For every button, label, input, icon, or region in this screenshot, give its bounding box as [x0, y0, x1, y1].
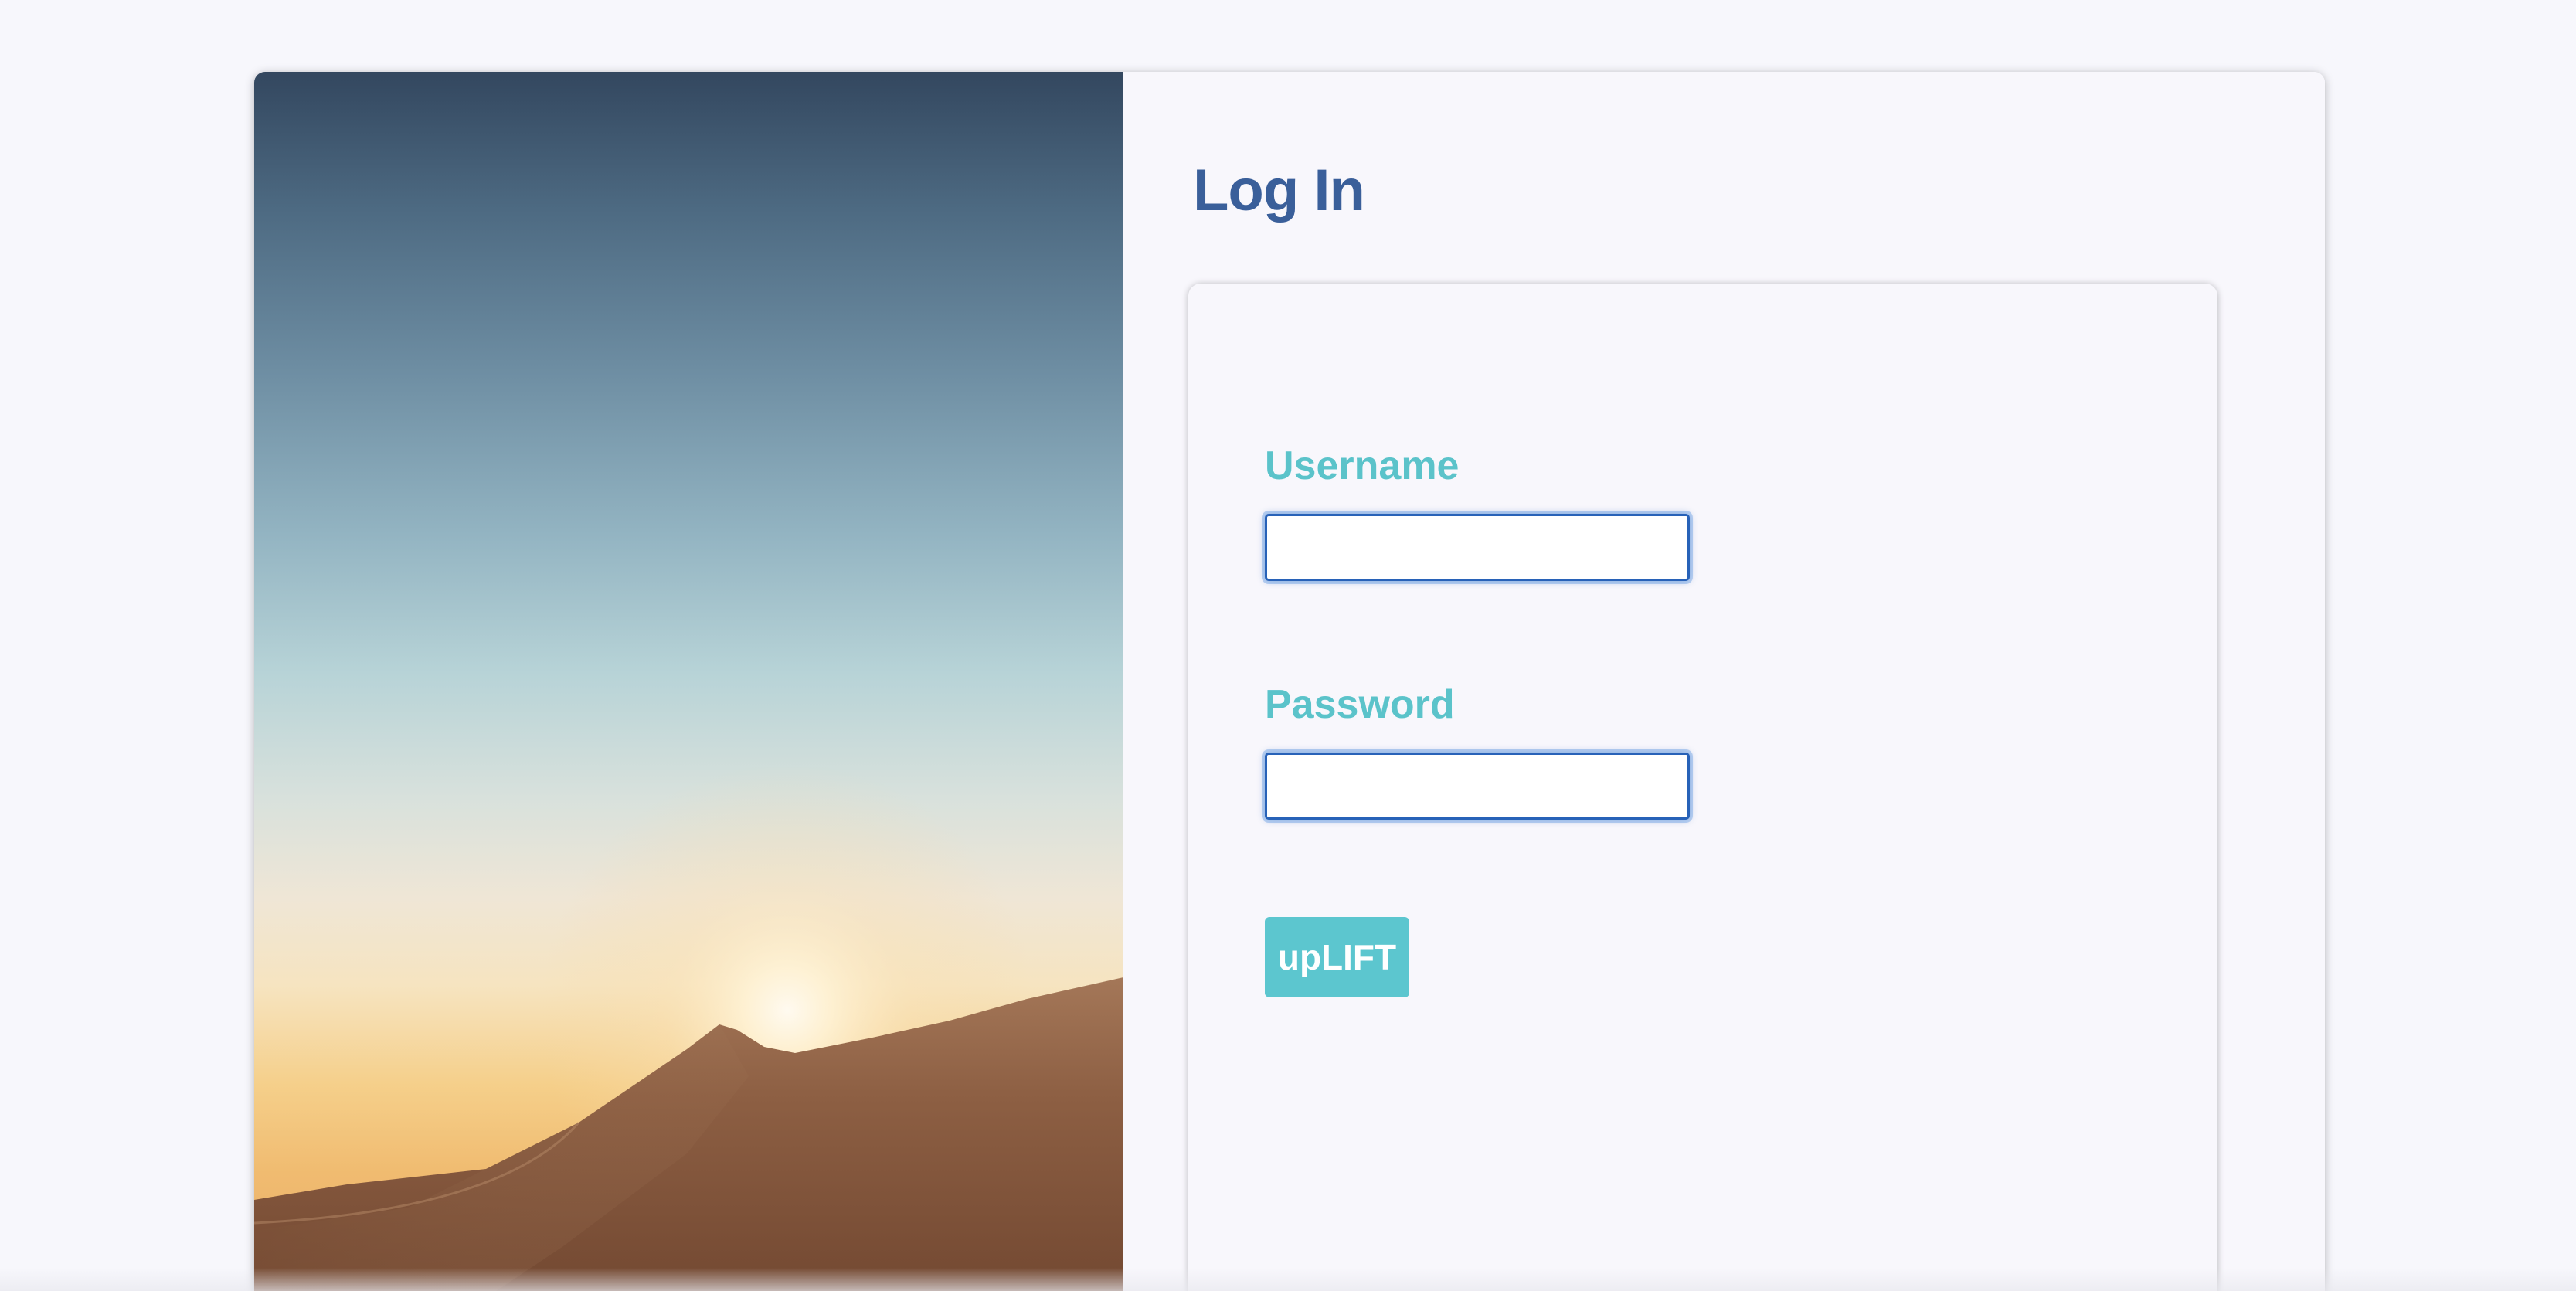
login-card: Log In Username Password upLIFT	[254, 72, 2325, 1291]
password-input[interactable]	[1265, 753, 1690, 820]
username-input[interactable]	[1265, 514, 1690, 581]
username-label: Username	[1265, 443, 1460, 488]
uplift-submit-button[interactable]: upLIFT	[1265, 917, 1409, 997]
dune-illustration	[254, 767, 1123, 1291]
page-title: Log In	[1193, 158, 1365, 223]
desert-sunset-image	[254, 72, 1123, 1291]
password-label: Password	[1265, 682, 1455, 727]
login-page: Log In Username Password upLIFT	[0, 0, 2576, 1291]
login-form: Username Password upLIFT	[1188, 284, 2217, 1291]
form-panel: Log In Username Password upLIFT	[1123, 72, 2325, 1291]
